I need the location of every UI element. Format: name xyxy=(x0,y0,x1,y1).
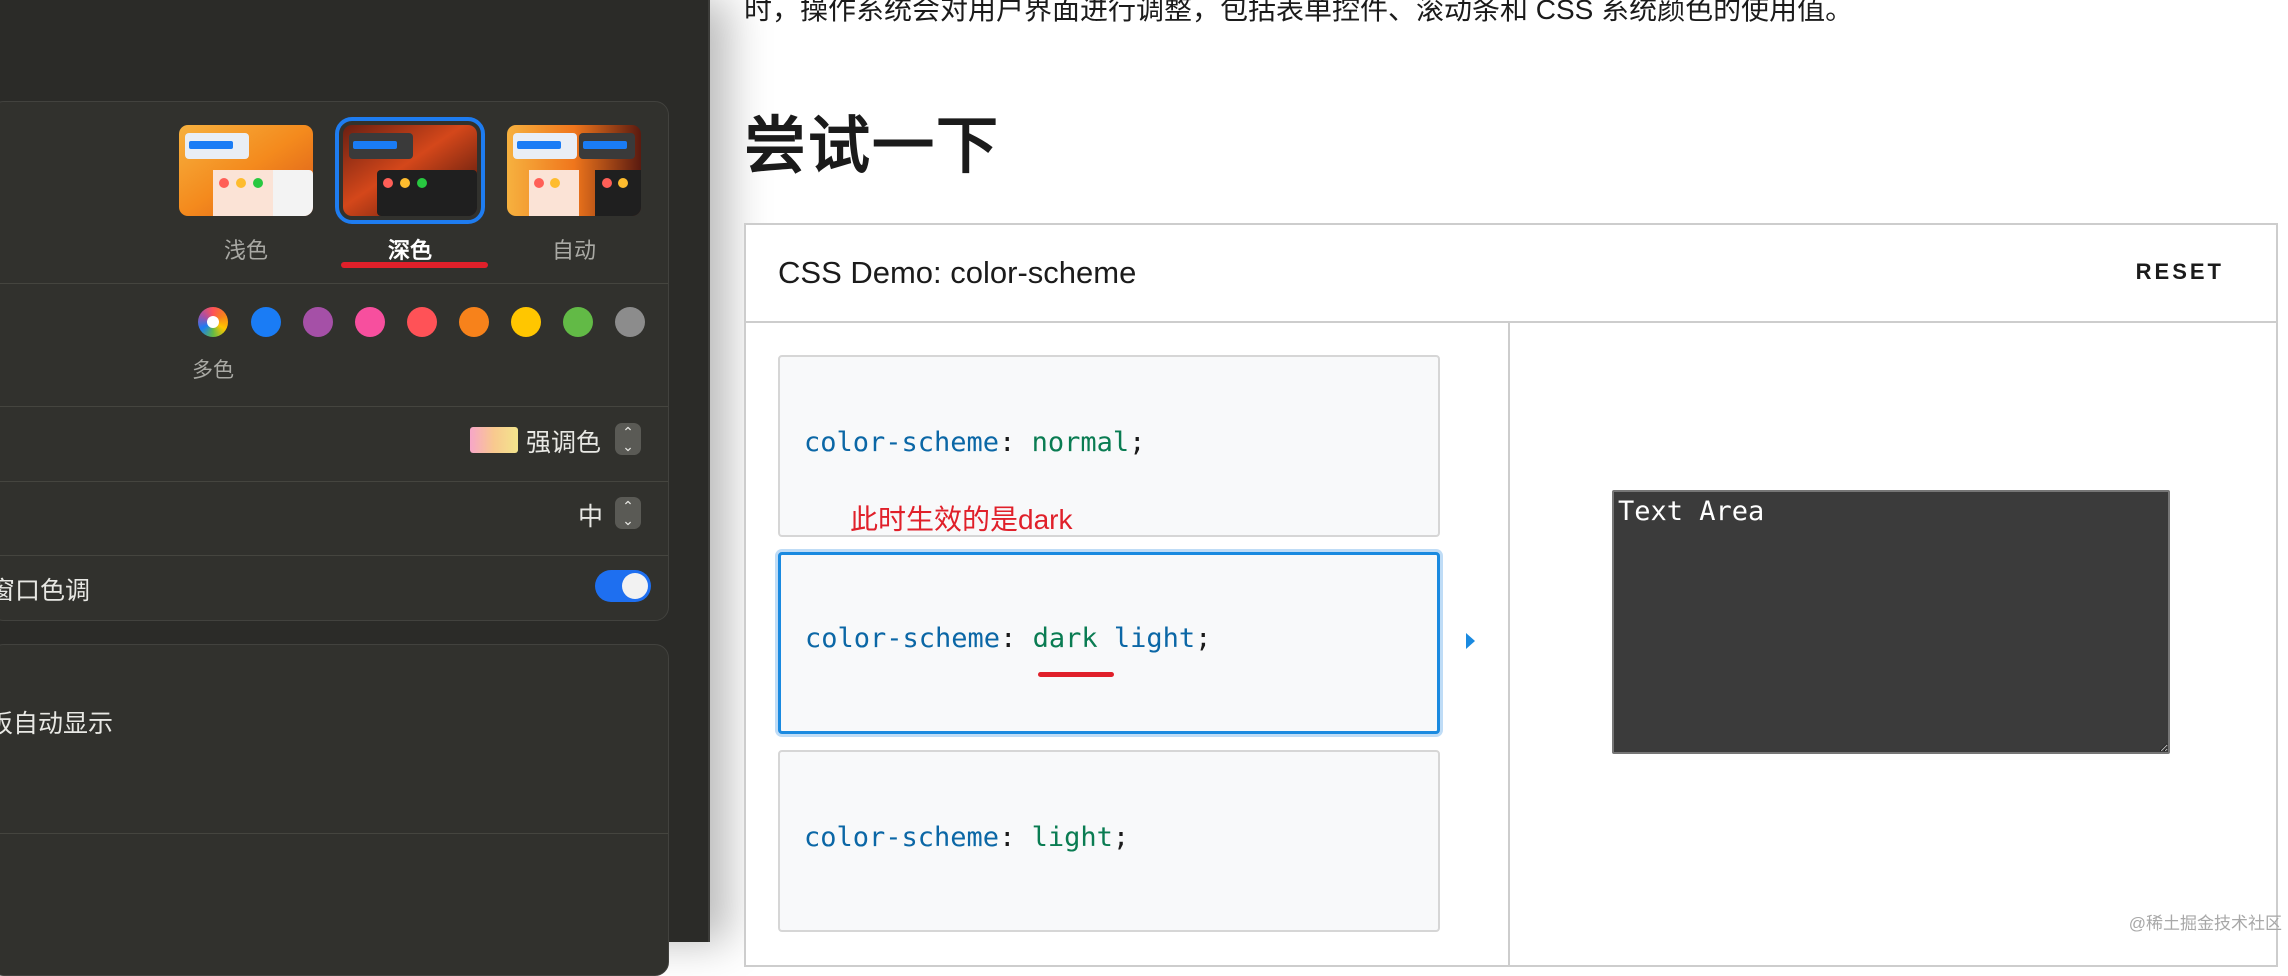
divider xyxy=(0,406,668,407)
accent-orange-swatch[interactable] xyxy=(459,307,489,337)
accent-blue-swatch[interactable] xyxy=(251,307,281,337)
highlight-color-value[interactable]: 强调色 xyxy=(526,423,601,459)
interactive-demo: CSS Demo: color-scheme RESET color-schem… xyxy=(744,223,2278,967)
intro-paragraph: 时，操作系统会对用户界面进行调整，包括表单控件、滚动条和 CSS 系统颜色的使用… xyxy=(744,0,1854,25)
accent-red-swatch[interactable] xyxy=(407,307,437,337)
scrollbar-auto-label: 板自动显示 xyxy=(0,710,114,738)
divider xyxy=(0,481,668,482)
code-property: color-scheme xyxy=(804,427,1000,458)
output-textarea[interactable]: Text Area xyxy=(1612,490,2170,754)
active-indicator-icon xyxy=(1466,633,1475,649)
divider xyxy=(0,833,668,834)
code-value-dark: dark xyxy=(1032,623,1098,654)
annotation-note: 此时生效的是dark xyxy=(850,504,1073,535)
code-value: light xyxy=(1031,822,1113,853)
wallpaper-tint-label: 窗口色调 xyxy=(0,577,91,605)
code-property: color-scheme xyxy=(804,822,1000,853)
demo-header: CSS Demo: color-scheme RESET xyxy=(746,225,2276,323)
accent-green-swatch[interactable] xyxy=(563,307,593,337)
appearance-auto-thumbnail[interactable] xyxy=(507,125,641,216)
example-choice-normal[interactable]: color-scheme: normal; 此时生效的是dark xyxy=(778,355,1440,537)
system-settings-panel: 浅色 深色 自动 多色 强调色 ⌃ ⌃ 中 ⌃ ⌃ 窗口色调 板自动显示 xyxy=(0,0,710,976)
divider xyxy=(0,555,668,556)
appearance-light-label: 浅色 xyxy=(223,238,268,263)
annotation-underline xyxy=(341,262,488,268)
highlight-stepper-icon[interactable]: ⌃ ⌃ xyxy=(615,423,641,455)
reset-button[interactable]: RESET xyxy=(2136,259,2224,285)
highlight-color-preview xyxy=(470,427,518,453)
appearance-dark-thumbnail[interactable] xyxy=(335,117,485,224)
appearance-auto-label: 自动 xyxy=(551,238,596,263)
scroll-group xyxy=(0,644,669,976)
code-value-light: light xyxy=(1113,623,1196,654)
code-value: normal xyxy=(1031,427,1130,458)
code-line: color-scheme: dark light; xyxy=(805,623,1212,654)
code-property: color-scheme xyxy=(805,623,1001,654)
appearance-dark-label: 深色 xyxy=(387,238,432,263)
annotation-underline xyxy=(1038,672,1114,677)
icon-size-stepper-icon[interactable]: ⌃ ⌃ xyxy=(615,497,641,529)
toggle-knob xyxy=(622,573,648,599)
accent-graphite-swatch[interactable] xyxy=(615,307,645,337)
wallpaper-tint-toggle[interactable] xyxy=(595,570,651,602)
section-heading: 尝试一下 xyxy=(744,112,1001,181)
accent-multicolor-swatch[interactable] xyxy=(198,307,228,337)
icon-size-value[interactable]: 中 xyxy=(578,497,603,533)
example-choice-light[interactable]: color-scheme: light; xyxy=(778,750,1440,932)
appearance-light-thumbnail[interactable] xyxy=(179,125,313,216)
watermark: @稀土掘金技术社区 xyxy=(2128,914,2282,933)
code-line: color-scheme: light; xyxy=(804,822,1130,853)
accent-purple-swatch[interactable] xyxy=(303,307,333,337)
accent-yellow-swatch[interactable] xyxy=(511,307,541,337)
demo-title: CSS Demo: color-scheme xyxy=(778,255,1137,290)
code-line: color-scheme: normal; xyxy=(804,427,1146,458)
accent-selected-label: 多色 xyxy=(192,359,234,382)
example-choice-dark-light[interactable]: color-scheme: dark light; xyxy=(778,552,1440,734)
accent-pink-swatch[interactable] xyxy=(355,307,385,337)
demo-divider xyxy=(1508,321,1510,965)
divider xyxy=(0,283,668,284)
